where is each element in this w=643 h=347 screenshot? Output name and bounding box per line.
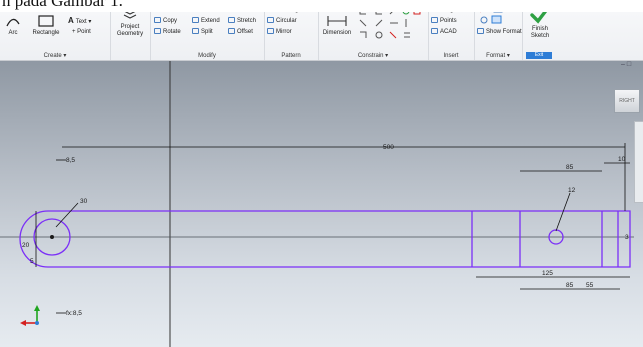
split-label: Split <box>201 29 213 35</box>
dim-bottom-55[interactable]: 55 <box>586 282 594 289</box>
dim-left-offset[interactable]: 8,5 <box>66 157 75 164</box>
text-label: Text ▾ <box>75 19 92 25</box>
dim-bottom-125[interactable]: 125 <box>542 270 553 277</box>
copy-icon <box>154 17 161 23</box>
dim-left-width[interactable]: 20 <box>22 242 30 249</box>
dim-right-10[interactable]: 10 <box>618 156 626 163</box>
arc-button[interactable]: Arc <box>4 14 22 37</box>
show-constraints-icon[interactable] <box>404 32 410 38</box>
dim-hole-12[interactable]: 12 <box>568 187 576 194</box>
circular-pattern-icon <box>267 17 274 23</box>
stretch-label: Stretch <box>237 18 257 24</box>
points-icon <box>431 17 438 23</box>
caption-text: n pada Gambar 1. <box>2 0 123 10</box>
text-button[interactable]: A Text ▾ <box>68 17 91 26</box>
show-format-button[interactable]: Show Format <box>477 28 522 36</box>
dimension-button[interactable]: Dimension <box>320 14 354 37</box>
document-caption: n pada Gambar 1. <box>0 0 643 12</box>
mirror-label: Mirror <box>276 29 292 35</box>
rectangle-label: Rectangle <box>32 30 60 36</box>
constrain-group-label[interactable]: Constrain ▾ <box>318 52 428 59</box>
collinear-icon[interactable] <box>359 19 367 27</box>
circular-pattern-button[interactable]: Circular <box>267 17 297 25</box>
point-button[interactable]: + Point <box>72 28 91 36</box>
show-format-label: Show Format <box>486 29 522 35</box>
exit-group-label: Exit <box>526 52 552 59</box>
y-axis-arrow-head <box>34 305 40 311</box>
arc-icon <box>6 18 20 27</box>
split-button[interactable]: Split <box>192 28 213 36</box>
dim-right-small[interactable]: 3 <box>625 234 629 241</box>
driven-dimension-icon[interactable] <box>491 15 502 24</box>
project-geometry-label: Project Geometry <box>116 24 144 37</box>
sketch-canvas[interactable]: – □ RIGHT 500 20 30 8,5 5 fx:8,5 85 12 1… <box>0 61 643 347</box>
rotate-icon <box>154 28 161 34</box>
circle-leader <box>55 202 79 228</box>
dimension-icon <box>327 16 347 26</box>
arc-label: Arc <box>8 30 18 36</box>
offset-label: Offset <box>237 29 253 35</box>
offset-icon <box>228 28 235 34</box>
mirror-button[interactable]: Mirror <box>267 28 292 36</box>
dim-circle-diameter[interactable]: 30 <box>80 198 88 205</box>
format-group-label[interactable]: Format ▾ <box>474 52 522 59</box>
extend-label: Extend <box>201 18 220 24</box>
circular-label: Circular <box>276 18 297 24</box>
points-button[interactable]: Points <box>431 17 457 25</box>
left-center-point[interactable] <box>50 235 54 239</box>
symmetric-icon[interactable] <box>375 31 383 39</box>
hole-leader <box>555 192 571 232</box>
insert-group-label: Insert <box>443 53 459 59</box>
origin-point <box>35 321 39 325</box>
pattern-group-label: Pattern <box>281 53 301 59</box>
points-label: Points <box>440 18 457 24</box>
show-format-icon <box>477 28 484 34</box>
dim-right-85[interactable]: 85 <box>566 164 574 171</box>
copy-label: Copy <box>163 18 178 24</box>
center-point-icon[interactable] <box>480 16 488 24</box>
rectangle-button[interactable]: Rectangle <box>30 14 62 37</box>
modify-group-label: Modify <box>198 53 216 59</box>
split-icon <box>192 28 199 34</box>
acad-button[interactable]: ACAD <box>431 28 457 36</box>
dim-bottom-left[interactable]: fx:8,5 <box>66 310 82 317</box>
stretch-icon <box>228 17 235 23</box>
extend-icon <box>192 17 199 23</box>
x-axis-arrow-head <box>20 320 26 326</box>
offset-button[interactable]: Offset <box>228 28 253 36</box>
acad-icon <box>431 28 438 34</box>
dimension-labels: 500 20 30 8,5 5 fx:8,5 85 12 10 125 85 5… <box>22 144 629 317</box>
sketch-outline[interactable] <box>19 210 631 268</box>
stretch-button[interactable]: Stretch <box>228 17 256 25</box>
dim-bottom-85[interactable]: 85 <box>566 282 574 289</box>
rotate-label: Rotate <box>163 29 181 35</box>
equal-icon[interactable] <box>389 31 397 39</box>
create-group-label[interactable]: Create ▾ <box>0 52 110 59</box>
text-icon: A <box>68 16 76 25</box>
copy-button[interactable]: Copy <box>154 17 177 25</box>
coordinate-triad <box>20 305 40 326</box>
sketch-drawing: 500 20 30 8,5 5 fx:8,5 85 12 10 125 85 5… <box>0 61 634 347</box>
mirror-icon <box>267 28 274 34</box>
rectangle-icon <box>38 15 54 27</box>
concentric-icon[interactable] <box>375 19 383 27</box>
dimension-label: Dimension <box>322 30 352 36</box>
rotate-button[interactable]: Rotate <box>154 28 181 36</box>
acad-label: ACAD <box>440 29 457 35</box>
dim-left-edge[interactable]: 5 <box>30 258 34 265</box>
smooth-icon[interactable] <box>360 31 367 38</box>
finish-sketch-label: Finish Sketch <box>530 26 550 39</box>
dim-overall-length[interactable]: 500 <box>383 144 394 151</box>
point-label: + Point <box>72 29 91 35</box>
extend-button[interactable]: Extend <box>192 17 220 25</box>
